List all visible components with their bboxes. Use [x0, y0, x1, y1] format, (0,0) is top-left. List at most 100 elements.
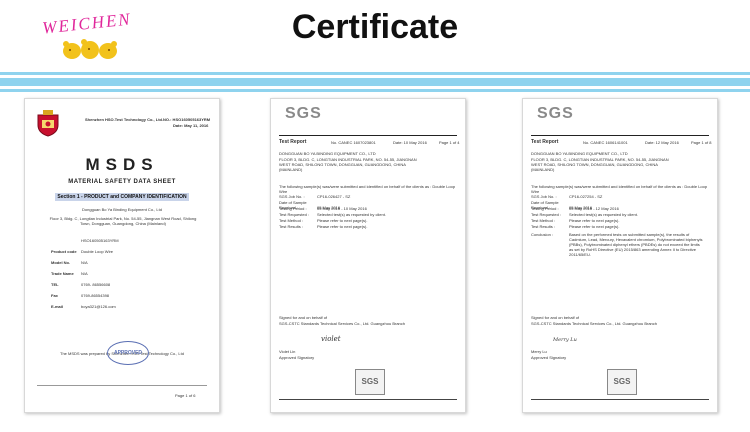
field-label: Product code	[51, 249, 77, 254]
field-label: Testing Period :	[531, 206, 559, 211]
signing-company: SGS-CSTC Standards Technical Services Co…	[279, 321, 405, 326]
field-value: Please refer to next page(s).	[569, 224, 620, 229]
report-label: Test Report	[531, 139, 559, 145]
stripe-band	[0, 78, 750, 86]
page-number: Page 1 of 6	[175, 393, 196, 398]
field-value: boya321@126.com	[81, 304, 116, 309]
field-row: Trade Name N/A	[51, 271, 88, 276]
field-row: Testing Period : 05 May 2016 - 10 May 201…	[279, 206, 367, 211]
stripe-line	[0, 89, 750, 92]
field-label: TEL	[51, 282, 59, 287]
sample-intro: The following sample(s) was/were submitt…	[531, 184, 708, 194]
divider	[531, 135, 709, 136]
field-row: E-mail boya321@126.com	[51, 304, 116, 309]
signer-name: Merry Lu	[531, 349, 547, 354]
field-row: SGS Job No. : CP16-027254 - SZ	[531, 194, 602, 199]
report-label: Test Report	[279, 139, 307, 145]
field-label: Test Results :	[279, 224, 304, 229]
divider	[279, 135, 457, 136]
field-value: Please refer to next page(s).	[317, 224, 368, 229]
field-label: Test Results :	[531, 224, 556, 229]
field-label: Conclusion :	[531, 232, 554, 237]
page-title: Certificate	[291, 8, 459, 46]
applicant-name: Dongguan Bo Ya Binding Equipment Co., Lt…	[82, 207, 162, 212]
field-value: 0769- 86556608	[81, 282, 111, 287]
field-label: Fax	[51, 293, 58, 298]
signer-name: Violet Lin	[279, 349, 296, 354]
divider	[37, 385, 207, 386]
field-label: Model No.	[51, 260, 71, 265]
msds-title: MSDS	[85, 155, 159, 174]
field-value: 05 May 2016 - 12 May 2016	[569, 206, 619, 211]
approved-stamp: APPROVED	[107, 341, 149, 365]
field-value: 05 May 2016 - 10 May 2016	[317, 206, 367, 211]
section-heading: Section 1 - PRODUCT and COMPANY IDENTIFI…	[55, 193, 189, 201]
field-value: Double Loop Wire	[81, 249, 114, 254]
field-row: Test Results : Please refer to next page(…	[279, 224, 367, 229]
crest-icon	[37, 110, 59, 137]
report-number: NO.: HSO160505163YRM	[163, 117, 211, 122]
field-row: Test Results : Please refer to next page(…	[531, 224, 619, 229]
sgs-test-report-1[interactable]: SGS Test Report No. CANEC 1607023801 Dat…	[270, 98, 466, 413]
field-label: SGS Job No. :	[531, 194, 557, 199]
report-date: Date: 10 May 2016	[393, 140, 427, 145]
page-number: Page 1 of 4	[439, 140, 460, 145]
page-number: Page 1 of 8	[691, 140, 712, 145]
signed-on-behalf: Signed for and on behalf of	[279, 315, 328, 320]
lab-name: Shenzhen HSO.Test Technology Co., Ltd.	[85, 117, 164, 122]
msds-subtitle: MATERIAL SAFETY DATA SHEET	[68, 179, 176, 185]
field-label: Test Method :	[279, 218, 304, 223]
field-value: CP16-026427 - SZ	[317, 194, 351, 199]
client-address: FLOOR 3, BLDG. C, LONGTIAN INDUSTRIAL PA…	[279, 157, 417, 172]
field-row: Test Method : Please refer to next page(s…	[531, 218, 619, 223]
signature: violet	[321, 335, 341, 343]
field-label: Test Requested :	[279, 212, 310, 217]
field-value: Based on the performed tests on submitte…	[569, 232, 703, 257]
field-row: Testing Period : 05 May 2016 - 12 May 201…	[531, 206, 619, 211]
field-value: HSO160505163YRM	[81, 238, 119, 243]
sgs-seal-text: SGS	[361, 377, 379, 386]
decorative-stripes	[0, 72, 750, 95]
field-value: Selected test(s) as requested by client.	[317, 212, 386, 217]
field-row: Fax 0769-86554398	[51, 293, 109, 298]
field-label: Test Method :	[531, 218, 556, 223]
field-row: Product code Double Loop Wire	[51, 249, 113, 254]
field-row: Model No. N/A	[51, 260, 88, 265]
field-label: SGS Job No. :	[279, 194, 305, 199]
report-number: No. CANEC 1607023801	[331, 140, 376, 145]
field-value: CP16-027254 - SZ	[569, 194, 603, 199]
field-row: Test Requested : Selected test(s) as requ…	[531, 212, 638, 217]
client-name: DONGGUAN BO YA BINDING EQUIPMENT CO., LT…	[279, 151, 376, 156]
sgs-test-report-2[interactable]: SGS Test Report No. CANEC 1606141001 Dat…	[522, 98, 718, 413]
sgs-logo-text: SGS	[537, 105, 574, 122]
report-number: No. CANEC 1606141001	[583, 140, 628, 145]
client-name: DONGGUAN BO YA BINDING EQUIPMENT CO., LT…	[531, 151, 628, 156]
field-label: Trade Name	[51, 271, 74, 276]
signer-title: Approved Signatory	[531, 355, 567, 360]
sgs-seal: SGS	[607, 369, 637, 395]
field-row: TEL 0769- 86556608	[51, 282, 110, 287]
signing-company: SGS-CSTC Standards Technical Services Co…	[531, 321, 657, 326]
field-label: Testing Period :	[279, 206, 307, 211]
field-row: SGS Job No. : CP16-026427 - SZ	[279, 194, 350, 199]
field-value: Selected test(s) as requested by client.	[569, 212, 638, 217]
field-row: HSO160505163YRM	[51, 238, 119, 243]
signature: Merry Lu	[553, 337, 577, 343]
footer-divider	[279, 399, 457, 400]
signed-on-behalf: Signed for and on behalf of	[531, 315, 580, 320]
client-address: FLOOR 3, BLDG. C, LONGTIAN INDUSTRIAL PA…	[531, 157, 669, 172]
field-row: Test Method : Please refer to next page(s…	[279, 218, 367, 223]
signer-title: Approved Signatory	[279, 355, 315, 360]
field-row: Conclusion : Based on the performed tests…	[531, 232, 711, 257]
field-value: Please refer to next page(s).	[569, 218, 620, 223]
sample-intro: The following sample(s) was/were submitt…	[279, 184, 456, 194]
sgs-seal: SGS	[355, 369, 385, 395]
sgs-logo: SGS	[285, 105, 325, 129]
field-value: 0769-86554398	[81, 293, 110, 298]
field-value: Please refer to next page(s).	[317, 218, 368, 223]
field-value: N/A	[81, 271, 88, 276]
field-row: Test Requested : Selected test(s) as requ…	[279, 212, 386, 217]
sgs-seal-text: SGS	[613, 377, 631, 386]
field-label: Test Requested :	[531, 212, 562, 217]
msds-certificate[interactable]: Shenzhen HSO.Test Technology Co., Ltd. N…	[24, 98, 220, 413]
